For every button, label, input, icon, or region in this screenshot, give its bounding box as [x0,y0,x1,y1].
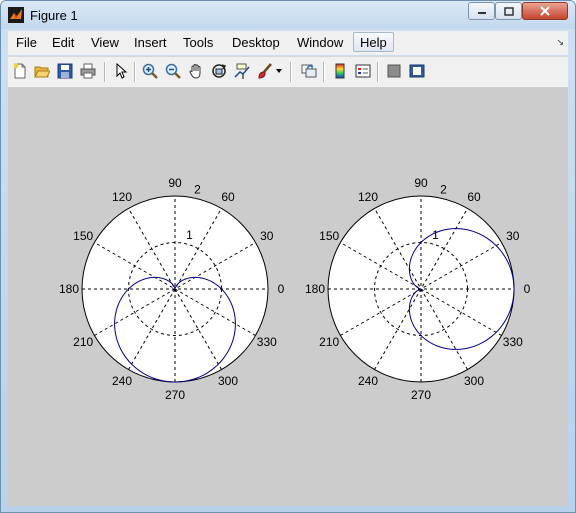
radial-tick-label: 1 [432,228,439,242]
zoom-out-icon[interactable] [164,62,182,80]
colorbar-icon[interactable] [331,62,349,80]
maximize-button[interactable] [495,2,522,20]
brush-dropdown-icon[interactable] [274,62,284,80]
angle-tick-label: 300 [218,374,238,388]
close-icon [540,6,550,16]
angle-tick-label: 120 [112,190,132,204]
menu-view[interactable]: View [91,35,119,50]
polar-plots: 0306090120150180210240270300330120306090… [59,176,531,402]
toolbar-separator [134,62,136,82]
angle-tick-label: 30 [260,229,274,243]
matlab-logo-icon [8,7,24,23]
angle-tick-label: 180 [305,282,325,296]
figure-window: Figure 1 File Edit View Insert Tools Des… [0,0,576,513]
menu-desktop[interactable]: Desktop [232,35,280,50]
menu-insert[interactable]: Insert [134,35,167,50]
radial-tick-label: 2 [440,182,447,196]
close-button[interactable] [522,2,568,20]
hide-plot-tools-icon[interactable] [385,62,403,80]
angle-tick-label: 150 [73,229,93,243]
angle-tick-label: 90 [414,176,428,190]
minimize-button[interactable] [468,2,495,20]
angle-tick-label: 150 [319,229,339,243]
toolbar-separator [290,62,292,82]
new-figure-icon[interactable] [11,62,29,80]
toolbar-separator [377,62,379,82]
angle-tick-label: 0 [278,282,285,296]
show-plot-tools-icon[interactable] [408,62,426,80]
save-icon[interactable] [56,62,74,80]
zoom-in-icon[interactable] [141,62,159,80]
open-file-icon[interactable] [33,62,51,80]
figure-canvas[interactable]: 0 30 60 90 120 150 180 210 240 270 300 330 1 2 0 30 60 90… [8,87,568,506]
angle-tick-label: 210 [73,335,93,349]
menu-tools[interactable]: Tools [183,35,213,50]
figure-toolbar [8,56,568,87]
angle-tick-label: 120 [358,190,378,204]
toolbar-separator [323,62,325,82]
maximize-icon [503,6,514,16]
angle-tick-label: 30 [506,229,520,243]
rotate-3d-icon[interactable] [210,62,228,80]
data-cursor-icon[interactable] [233,62,251,80]
link-plot-icon[interactable] [300,62,318,80]
title-bar[interactable]: Figure 1 [1,1,575,29]
menu-file[interactable]: File [16,35,37,50]
toolbar-separator [104,62,106,82]
menu-edit[interactable]: Edit [52,35,74,50]
pointer-icon[interactable] [112,62,130,80]
angle-tick-label: 210 [319,335,339,349]
angle-tick-label: 330 [257,335,277,349]
angle-tick-label: 60 [221,190,235,204]
angle-tick-label: 60 [467,190,481,204]
angle-tick-label: 240 [112,374,132,388]
angle-tick-label: 300 [464,374,484,388]
angle-tick-label: 240 [358,374,378,388]
angle-tick-label: 180 [59,282,79,296]
menu-help[interactable]: Help [353,32,394,52]
angle-tick-label: 0 [524,282,531,296]
window-title: Figure 1 [30,8,78,23]
angle-tick-label: 270 [411,388,431,402]
legend-icon[interactable] [354,62,372,80]
menu-bar: File Edit View Insert Tools Desktop Wind… [8,31,568,55]
minimize-icon [477,12,486,14]
pan-hand-icon[interactable] [187,62,205,80]
angle-tick-label: 270 [165,388,185,402]
radial-tick-label: 1 [186,228,193,242]
angle-tick-label: 90 [168,176,182,190]
print-icon[interactable] [79,62,97,80]
radial-tick-label: 2 [194,182,201,196]
brush-icon[interactable] [256,62,274,80]
menu-window[interactable]: Window [297,35,343,50]
angle-tick-label: 330 [503,335,523,349]
dock-arrow-icon[interactable]: ↘ [556,37,564,48]
